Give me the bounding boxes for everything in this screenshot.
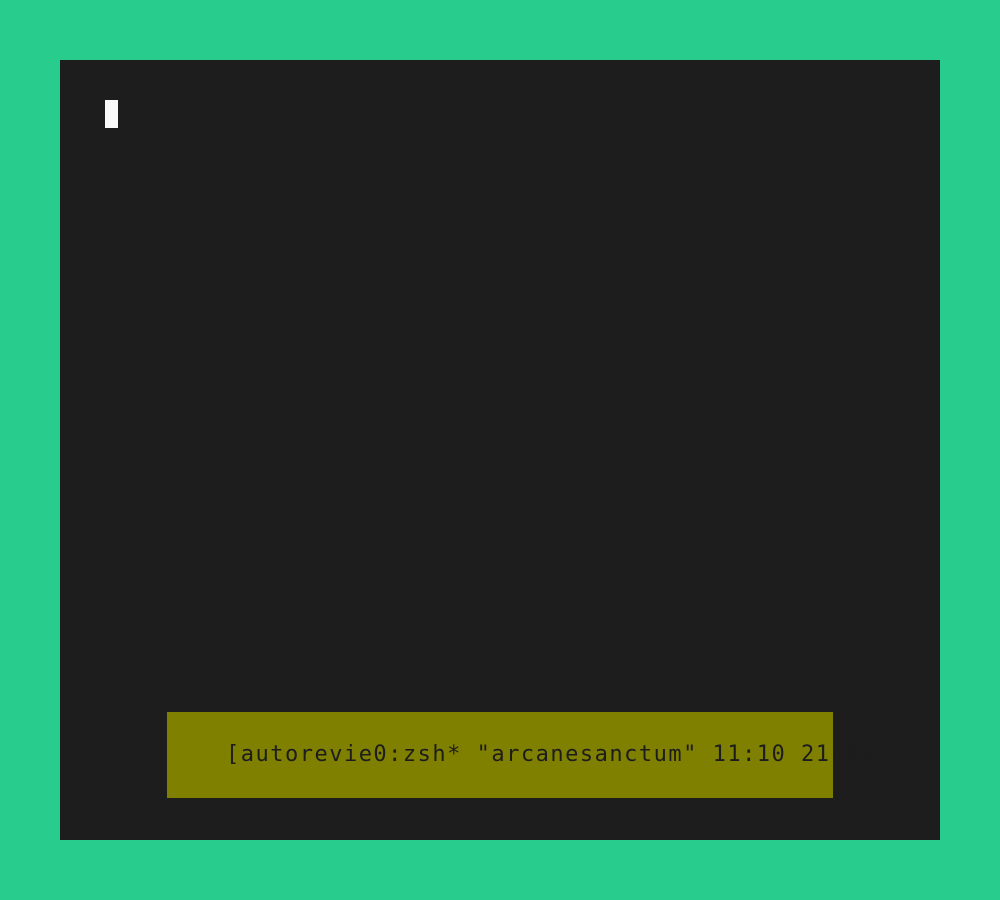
terminal-content-area[interactable]: [105, 100, 895, 740]
tmux-status-bar: [autorevie0:zsh* "arcanesanctum" 11:10 2…: [167, 712, 833, 798]
status-bar-text: [autorevie0:zsh* "arcanesanctum" 11:10 2…: [226, 742, 934, 767]
terminal-window: [autorevie0:zsh* "arcanesanctum" 11:10 2…: [60, 60, 940, 840]
cursor-block-icon: [105, 100, 118, 128]
shell-prompt[interactable]: [105, 103, 118, 128]
